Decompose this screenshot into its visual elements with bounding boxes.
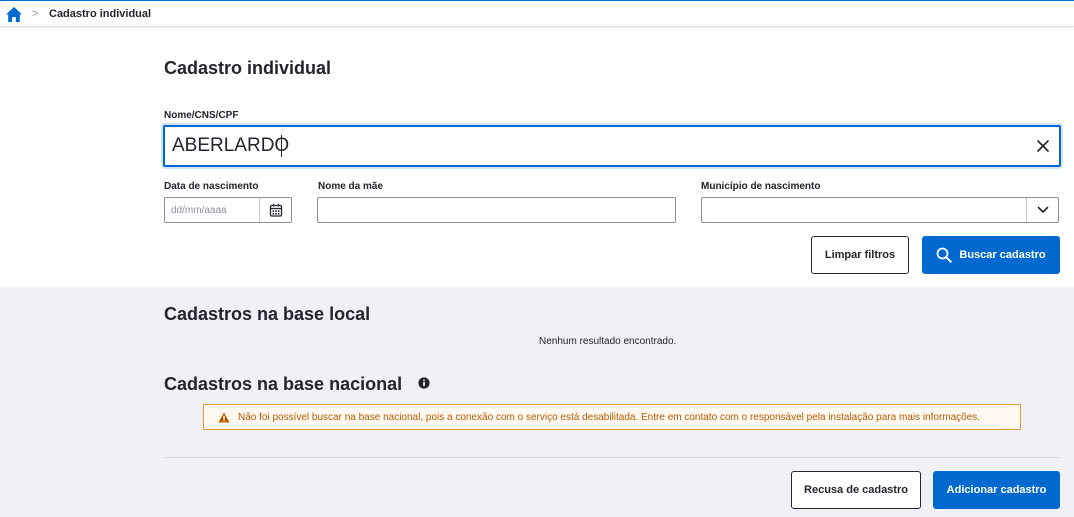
search-input[interactable] — [165, 128, 1015, 164]
search-button[interactable]: Buscar cadastro — [922, 236, 1060, 274]
search-label: Nome/CNS/CPF — [164, 110, 239, 121]
search-field — [163, 125, 1061, 167]
birth-city-label: Município de nascimento — [701, 181, 821, 192]
national-base-title: Cadastros na base nacional — [164, 374, 403, 394]
birth-city-dropdown-button[interactable] — [1026, 198, 1058, 222]
clear-filters-button[interactable]: Limpar filtros — [811, 236, 909, 274]
page-title: Cadastro individual — [164, 58, 332, 78]
empty-result-message: Nenhum resultado encontrado. — [539, 336, 677, 347]
text-caret — [281, 135, 282, 157]
calendar-button[interactable] — [259, 198, 291, 222]
mother-name-input[interactable] — [318, 198, 673, 222]
birth-city-input[interactable] — [702, 198, 1022, 222]
close-icon[interactable] — [1035, 138, 1051, 154]
calendar-icon — [269, 203, 282, 217]
refuse-registration-button[interactable]: Recusa de cadastro — [791, 471, 921, 509]
local-base-title: Cadastros na base local — [164, 304, 371, 324]
national-base-alert: Não foi possível buscar na base nacional… — [203, 404, 1021, 430]
birth-date-label: Data de nascimento — [164, 181, 259, 192]
breadcrumb-separator: > — [32, 8, 39, 20]
mother-name-field — [317, 197, 676, 223]
birth-date-input[interactable] — [165, 198, 259, 222]
home-icon[interactable] — [5, 6, 23, 23]
add-registration-button[interactable]: Adicionar cadastro — [933, 471, 1060, 509]
birth-date-field — [164, 197, 292, 223]
breadcrumb-current: Cadastro individual — [49, 8, 152, 20]
search-icon — [936, 247, 953, 263]
chevron-down-icon — [1037, 206, 1048, 213]
info-icon[interactable] — [418, 377, 430, 389]
birth-city-select[interactable] — [701, 197, 1059, 223]
mother-name-label: Nome da mãe — [318, 181, 384, 192]
search-button-label: Buscar cadastro — [959, 249, 1046, 261]
warning-icon — [218, 412, 230, 422]
alert-message: Não foi possível buscar na base nacional… — [238, 411, 981, 423]
divider — [164, 457, 1060, 458]
top-bar: > Cadastro individual — [0, 0, 1074, 27]
